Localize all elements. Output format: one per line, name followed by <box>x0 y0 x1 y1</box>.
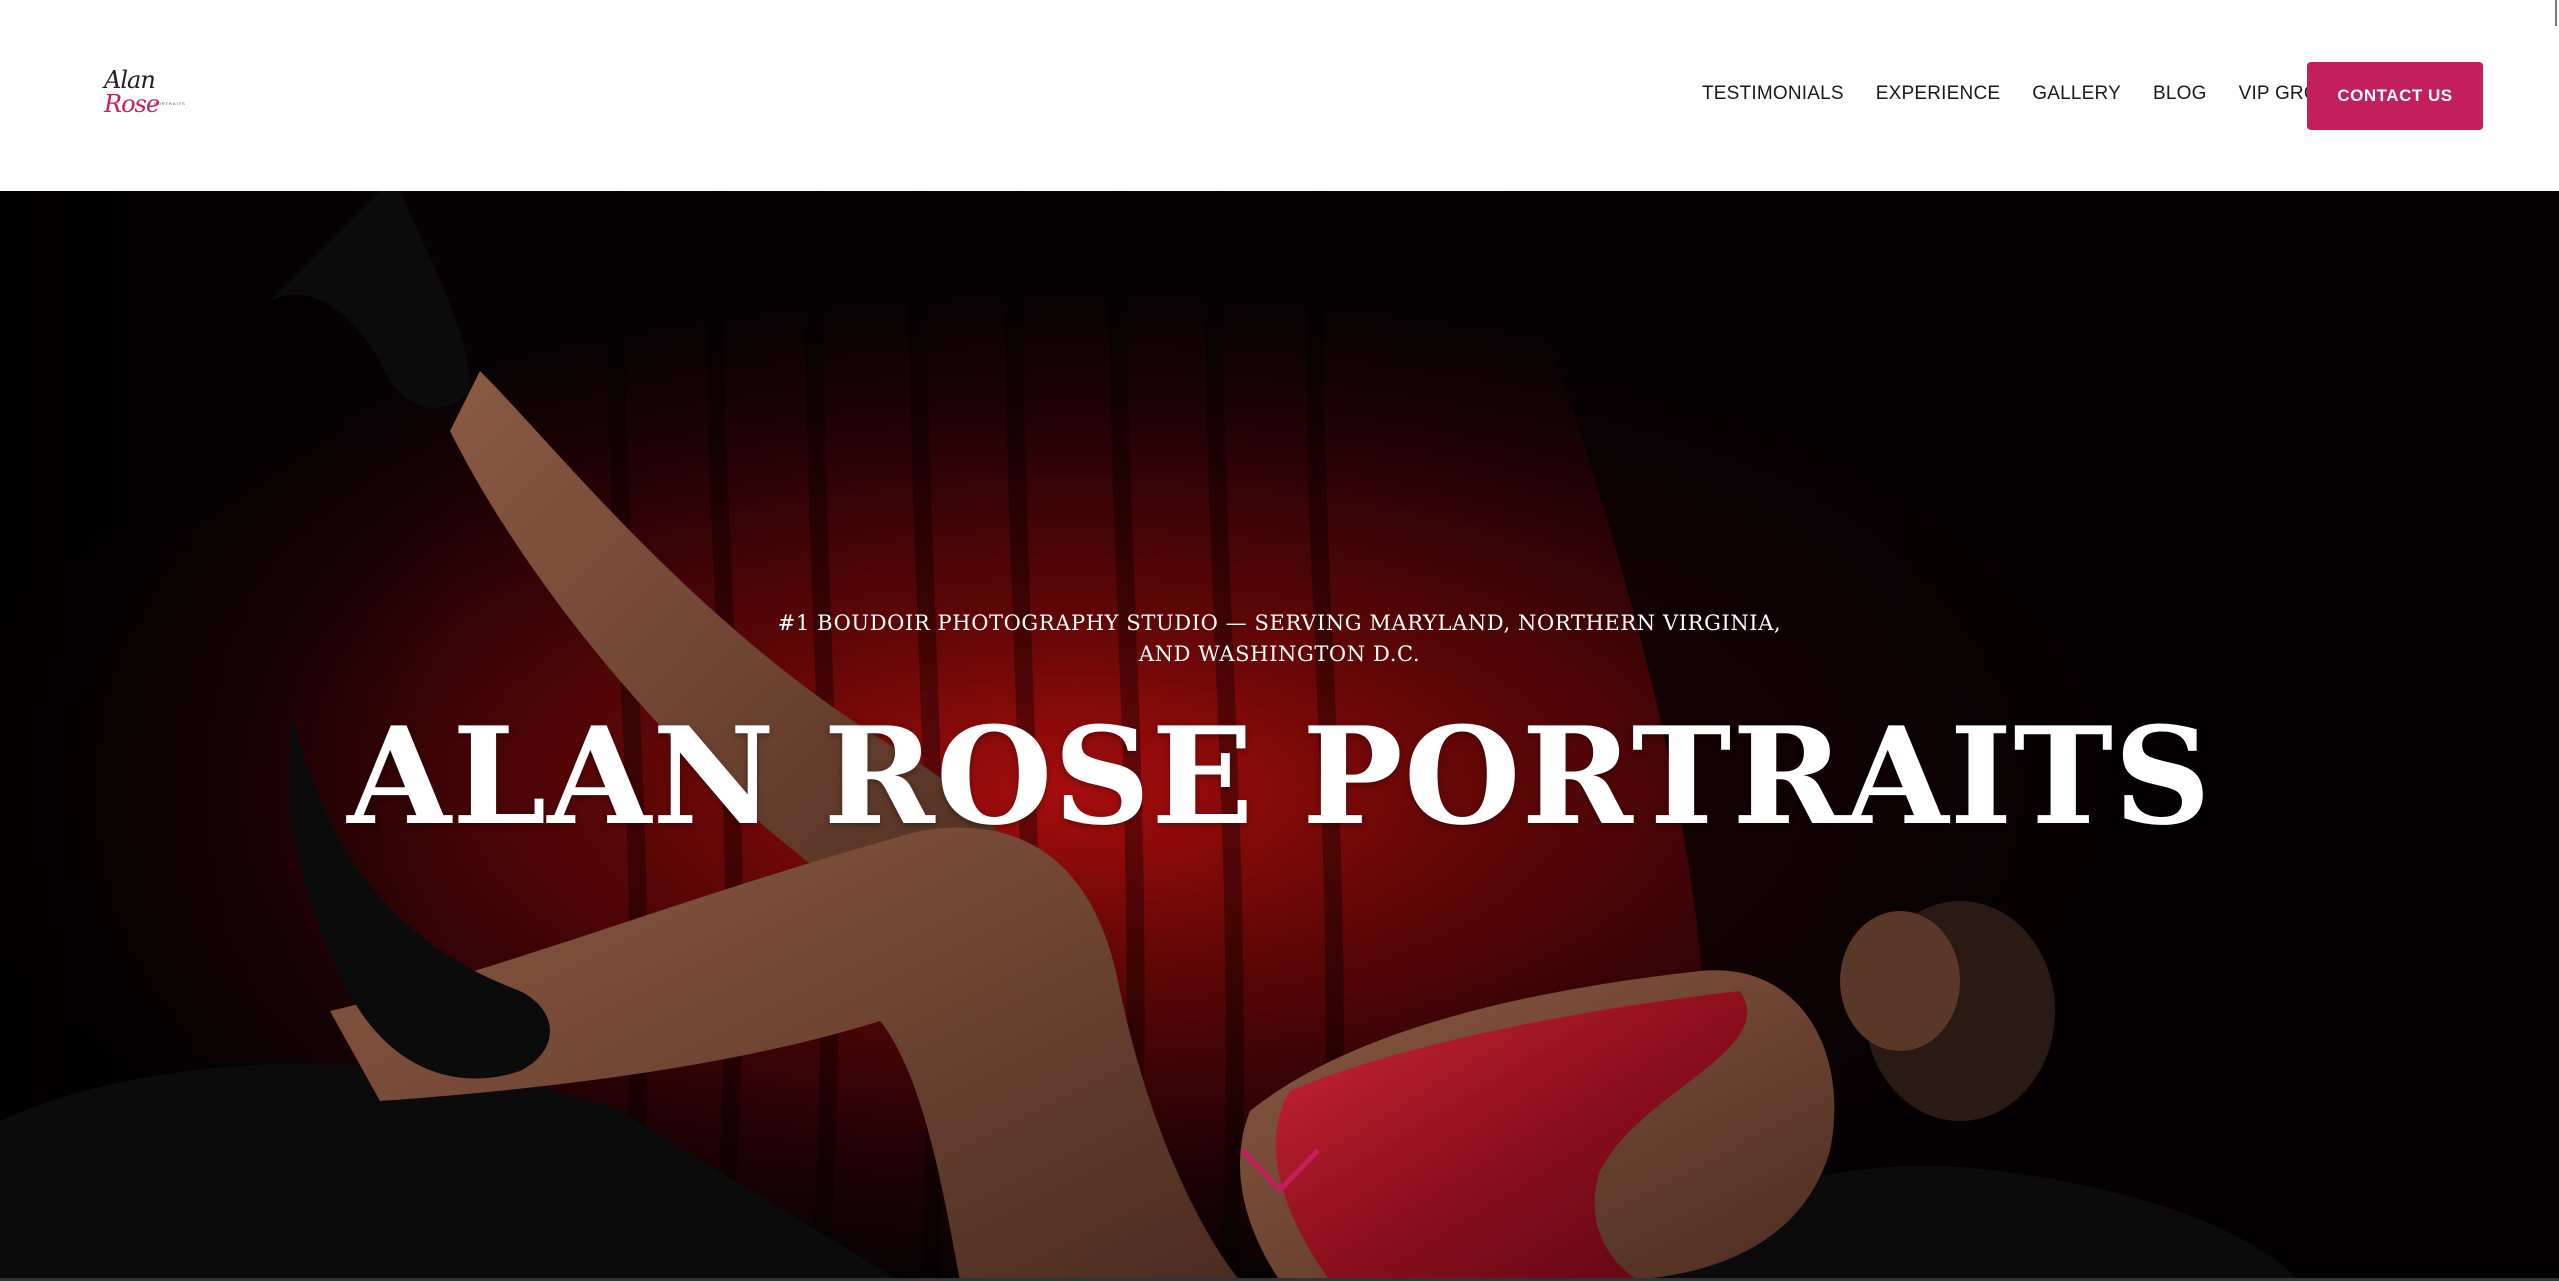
nav-blog[interactable]: BLOG <box>2153 82 2207 106</box>
logo-script: Alan Rose <box>104 66 160 118</box>
contact-us-button[interactable]: CONTACT US <box>2307 62 2483 130</box>
hero-tagline: #1 BOUDOIR PHOTOGRAPHY STUDIO — SERVING … <box>0 608 2559 670</box>
scrollbar[interactable] <box>2555 0 2557 26</box>
site-header: Alan Rose PORTRAITS TESTIMONIALS EXPERIE… <box>0 0 2559 191</box>
hero-tagline-line-2: AND WASHINGTON D.C. <box>1138 642 1421 666</box>
scroll-down-button[interactable] <box>1240 1146 1320 1196</box>
chevron-down-icon <box>1240 1148 1320 1194</box>
main-nav: TESTIMONIALS EXPERIENCE GALLERY BLOG VIP… <box>1702 82 2346 106</box>
nav-testimonials[interactable]: TESTIMONIALS <box>1702 82 1844 106</box>
hero-title: ALAN ROSE PORTRAITS <box>347 697 2212 855</box>
hero-section: #1 BOUDOIR PHOTOGRAPHY STUDIO — SERVING … <box>0 191 2559 1281</box>
nav-experience[interactable]: EXPERIENCE <box>1876 82 2000 106</box>
logo-subtitle: PORTRAITS <box>154 101 186 106</box>
logo[interactable]: Alan Rose PORTRAITS <box>104 68 194 116</box>
nav-gallery[interactable]: GALLERY <box>2032 82 2121 106</box>
hero-tagline-line-1: #1 BOUDOIR PHOTOGRAPHY STUDIO — SERVING … <box>777 611 1782 635</box>
